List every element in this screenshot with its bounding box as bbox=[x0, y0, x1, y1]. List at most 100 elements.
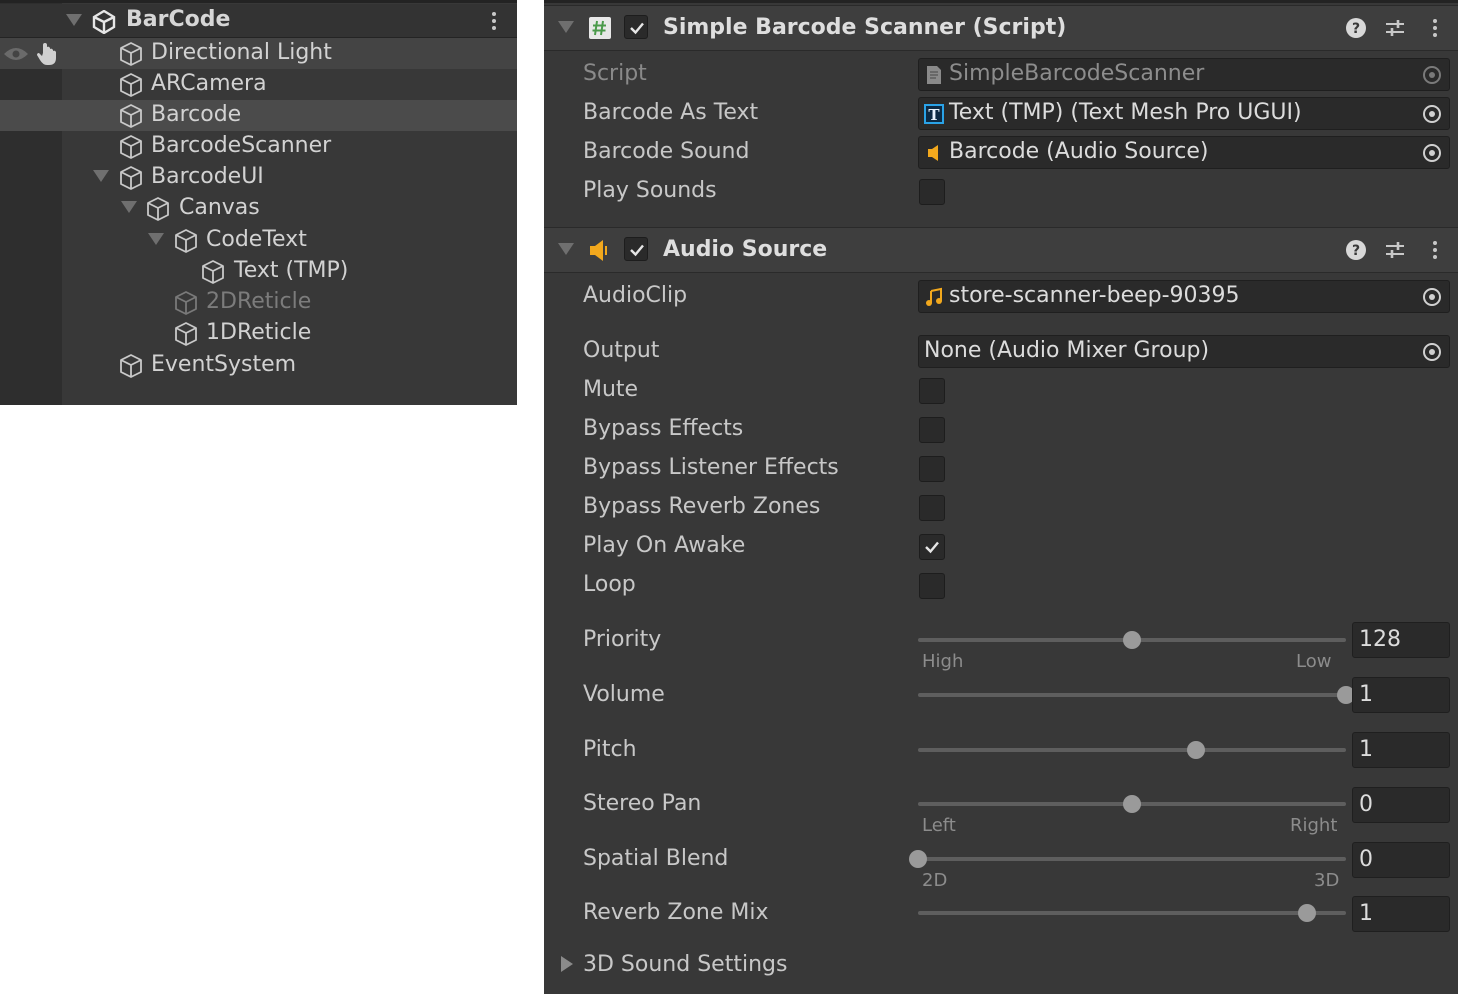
3d-sound-settings-foldout[interactable]: 3D Sound Settings bbox=[583, 952, 787, 977]
expand-arrow-icon[interactable] bbox=[66, 14, 82, 26]
priority-value-field[interactable]: 128 bbox=[1352, 622, 1450, 658]
script-value: SimpleBarcodeScanner bbox=[949, 61, 1205, 86]
hierarchy-item-text-tmp[interactable]: Text (TMP) bbox=[0, 256, 517, 287]
expand-arrow-icon[interactable] bbox=[93, 170, 109, 182]
output-field[interactable]: None (Audio Mixer Group) bbox=[918, 335, 1450, 368]
speaker-icon bbox=[590, 240, 607, 261]
play-on-awake-label: Play On Awake bbox=[583, 533, 746, 558]
spatial-blend-value-field[interactable]: 0 bbox=[1352, 842, 1450, 878]
pitch-value-field[interactable]: 1 bbox=[1352, 732, 1450, 768]
audio-source-header[interactable]: Audio Source ? bbox=[544, 227, 1458, 273]
play-sounds-checkbox[interactable] bbox=[919, 179, 945, 205]
bypass-reverb-zones-checkbox[interactable] bbox=[919, 495, 945, 521]
priority-label: Priority bbox=[583, 627, 662, 652]
help-icon[interactable]: ? bbox=[1345, 239, 1367, 261]
spatial-blend-label: Spatial Blend bbox=[583, 846, 729, 871]
stereo-pan-slider-thumb[interactable] bbox=[1123, 795, 1141, 813]
spatial-blend-slider-thumb[interactable] bbox=[909, 850, 927, 868]
target-circle-icon[interactable] bbox=[1421, 142, 1443, 164]
reverb-zone-mix-value-field[interactable]: 1 bbox=[1352, 896, 1450, 932]
eye-icon[interactable] bbox=[3, 46, 29, 62]
speaker-icon bbox=[928, 145, 938, 161]
hierarchy-item-barcodeui[interactable]: BarcodeUI bbox=[0, 162, 517, 193]
reverb-zone-mix-slider-thumb[interactable] bbox=[1298, 904, 1317, 922]
foldout-arrow-icon[interactable] bbox=[561, 956, 573, 972]
stereo-pan-slider-track[interactable] bbox=[918, 795, 1346, 813]
hierarchy-item-label: CodeText bbox=[206, 227, 307, 252]
kebab-menu-icon[interactable] bbox=[1424, 239, 1446, 261]
pitch-value: 1 bbox=[1359, 737, 1373, 762]
expand-arrow-icon[interactable] bbox=[148, 233, 164, 245]
spatial-blend-slider-track[interactable] bbox=[909, 850, 1346, 868]
bypass-listener-effects-checkbox[interactable] bbox=[919, 456, 945, 482]
spatial-blend-value: 0 bbox=[1359, 847, 1373, 872]
hierarchy-item-label: ARCamera bbox=[151, 71, 267, 96]
hierarchy-item-codetext[interactable]: CodeText bbox=[0, 225, 517, 256]
hierarchy-item-barcodescanner[interactable]: BarcodeScanner bbox=[0, 131, 517, 162]
volume-value: 1 bbox=[1359, 682, 1373, 707]
priority-slider-track[interactable] bbox=[918, 631, 1346, 649]
cube-icon bbox=[120, 135, 142, 159]
hierarchy-item-1dreticle[interactable]: 1DReticle bbox=[0, 318, 517, 349]
barcode-sound-field[interactable]: Barcode (Audio Source) bbox=[918, 136, 1450, 169]
hierarchy-item-barcode[interactable]: Barcode bbox=[0, 100, 517, 131]
script-object-field: SimpleBarcodeScanner bbox=[918, 58, 1450, 91]
script-enabled-checkbox[interactable] bbox=[624, 15, 648, 39]
hierarchy-item-arcamera[interactable]: ARCamera bbox=[0, 69, 517, 100]
audio-source-enabled-checkbox[interactable] bbox=[624, 237, 648, 261]
cube-icon bbox=[175, 322, 197, 346]
sliders-icon[interactable] bbox=[1384, 17, 1406, 39]
hierarchy-item-label: EventSystem bbox=[151, 352, 297, 377]
cube-icon bbox=[120, 354, 142, 378]
bypass-effects-checkbox[interactable] bbox=[919, 417, 945, 443]
hierarchy-item-label: Text (TMP) bbox=[234, 258, 349, 283]
audio-source-title: Audio Source bbox=[663, 237, 828, 262]
target-circle-icon[interactable] bbox=[1421, 103, 1443, 125]
svg-text:?: ? bbox=[1352, 243, 1360, 259]
audioclip-field[interactable]: store-scanner-beep-90395 bbox=[918, 280, 1450, 313]
checkmark-icon bbox=[925, 541, 939, 554]
cube-icon bbox=[202, 260, 224, 284]
volume-slider-track[interactable] bbox=[918, 686, 1355, 704]
bypass-listener-effects-label: Bypass Listener Effects bbox=[583, 455, 839, 480]
output-label: Output bbox=[583, 338, 660, 363]
target-circle-icon[interactable] bbox=[1421, 341, 1443, 363]
expand-arrow-icon[interactable] bbox=[121, 201, 137, 213]
hierarchy-item-label: BarcodeUI bbox=[151, 164, 264, 189]
volume-value-field[interactable]: 1 bbox=[1352, 677, 1450, 713]
csharp-script-icon bbox=[589, 17, 611, 39]
scene-menu-icon[interactable] bbox=[486, 10, 502, 32]
foldout-arrow-icon[interactable] bbox=[558, 243, 574, 255]
reverb-zone-mix-slider-track[interactable] bbox=[918, 904, 1346, 922]
play-on-awake-checkbox[interactable] bbox=[919, 534, 945, 560]
pitch-slider-thumb[interactable] bbox=[1187, 741, 1206, 759]
hierarchy-item-eventsystem[interactable]: EventSystem bbox=[0, 350, 517, 381]
checkmark-icon bbox=[630, 22, 644, 35]
stereo-pan-value: 0 bbox=[1359, 792, 1373, 817]
audioclip-label: AudioClip bbox=[583, 283, 688, 308]
panel-top-border bbox=[544, 0, 1458, 3]
loop-label: Loop bbox=[583, 572, 636, 597]
hierarchy-item-2dreticle[interactable]: 2DReticle bbox=[0, 287, 517, 318]
hierarchy-item-directional-light[interactable]: Directional Light bbox=[0, 38, 517, 69]
pitch-slider-track[interactable] bbox=[918, 741, 1346, 759]
loop-checkbox[interactable] bbox=[919, 573, 945, 599]
hierarchy-item-canvas[interactable]: Canvas bbox=[0, 193, 517, 224]
help-icon[interactable]: ? bbox=[1345, 17, 1367, 39]
svg-text:T: T bbox=[928, 106, 940, 124]
priority-min-label: High bbox=[922, 651, 964, 672]
script-component-header[interactable]: Simple Barcode Scanner (Script) ? bbox=[544, 5, 1458, 51]
kebab-menu-icon[interactable] bbox=[1424, 17, 1446, 39]
target-circle-icon[interactable] bbox=[1421, 286, 1443, 308]
bypass-effects-label: Bypass Effects bbox=[583, 416, 744, 441]
mute-checkbox[interactable] bbox=[919, 378, 945, 404]
hand-icon[interactable] bbox=[34, 41, 60, 67]
play-sounds-label: Play Sounds bbox=[583, 178, 717, 203]
barcode-as-text-field[interactable]: T Text (TMP) (Text Mesh Pro UGUI) bbox=[918, 97, 1450, 130]
priority-slider-thumb[interactable] bbox=[1123, 631, 1141, 649]
foldout-arrow-icon[interactable] bbox=[558, 21, 574, 33]
sliders-icon[interactable] bbox=[1384, 239, 1406, 261]
hierarchy-item-label: Directional Light bbox=[151, 40, 332, 65]
scene-row[interactable]: BarCode bbox=[0, 4, 517, 38]
stereo-pan-value-field[interactable]: 0 bbox=[1352, 787, 1450, 823]
